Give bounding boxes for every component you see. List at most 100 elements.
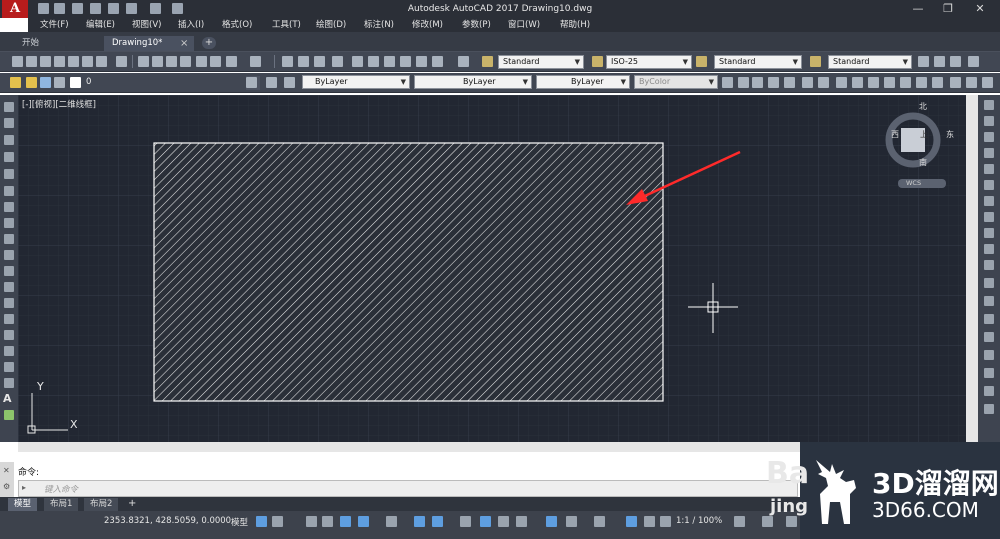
hatched-rectangle[interactable] (153, 142, 664, 402)
menu-tools[interactable]: 工具(T) (272, 18, 301, 32)
gizmo-icon[interactable] (594, 516, 605, 527)
cut-icon[interactable] (138, 56, 149, 67)
viewcube-top-face[interactable]: 上 (920, 129, 928, 140)
zoom-realtime-icon[interactable] (298, 56, 309, 67)
annotation-visibility-icon[interactable] (626, 516, 637, 527)
selection-filter-icon[interactable] (566, 516, 577, 527)
region-icon[interactable] (4, 362, 14, 372)
dim-continue-icon[interactable] (884, 77, 895, 88)
rectangle-icon[interactable] (4, 169, 14, 179)
3dprint-icon[interactable] (116, 56, 127, 67)
dim-ordinate-icon[interactable] (768, 77, 779, 88)
auto-scale-icon[interactable] (644, 516, 655, 527)
paste-special-icon[interactable] (180, 56, 191, 67)
array-icon[interactable] (984, 164, 994, 174)
line-icon[interactable] (4, 102, 14, 112)
viewcube-west[interactable]: 西 (891, 129, 899, 140)
insert-block-icon[interactable] (4, 282, 14, 292)
layer-color-icon[interactable] (54, 77, 65, 88)
customize-command-icon[interactable]: ⚙ (3, 482, 10, 491)
polar-tracking-icon[interactable] (358, 516, 369, 527)
make-block-icon[interactable] (4, 298, 14, 308)
quickcalc-icon[interactable] (432, 56, 443, 67)
viewcube-south[interactable]: 南 (919, 157, 927, 168)
tab-start[interactable]: 开始 (14, 36, 102, 51)
mleader-style-select[interactable]: Standard ▼ (828, 55, 912, 69)
tool-palettes-icon[interactable] (384, 56, 395, 67)
mirror-icon[interactable] (984, 132, 994, 142)
make-current-layer-icon[interactable] (246, 77, 257, 88)
tab-layout2[interactable]: 布局2 (84, 498, 119, 511)
close-command-icon[interactable]: ✕ (3, 466, 10, 475)
dim-angular-icon[interactable] (836, 77, 847, 88)
dim-break-icon[interactable] (916, 77, 927, 88)
workspace-2-icon[interactable] (934, 56, 945, 67)
construction-line-icon[interactable] (4, 118, 14, 128)
polyline-icon[interactable] (4, 135, 14, 145)
viewport-controls-label[interactable]: [-][俯视][二维线框] (22, 98, 96, 110)
qdim-icon[interactable] (852, 77, 863, 88)
new-tab-button[interactable]: + (202, 37, 216, 49)
dim-radius-icon[interactable] (784, 77, 795, 88)
paste-icon[interactable] (166, 56, 177, 67)
arc-icon[interactable] (4, 186, 14, 196)
modify-more-icon[interactable] (984, 404, 994, 414)
plot-icon[interactable] (68, 56, 79, 67)
ellipse-icon[interactable] (4, 250, 14, 260)
stretch-icon[interactable] (984, 228, 994, 238)
break-at-point-icon[interactable] (984, 278, 994, 288)
properties-icon[interactable] (352, 56, 363, 67)
vertical-scrollbar[interactable] (966, 95, 978, 442)
sheet-set-icon[interactable] (400, 56, 411, 67)
ellipse-arc-icon[interactable] (4, 266, 14, 276)
coordinate-readout[interactable]: 2353.8321, 428.5059, 0.0000 (104, 516, 231, 526)
erase-icon[interactable] (984, 100, 994, 110)
text-style-select[interactable]: Standard ▼ (498, 55, 584, 69)
transparency-icon[interactable] (480, 516, 491, 527)
tab-layout1[interactable]: 布局1 (44, 498, 79, 511)
add-layout-button[interactable]: + (128, 498, 136, 509)
save-toolbar-icon[interactable] (54, 56, 65, 67)
scale-icon[interactable] (984, 212, 994, 222)
table-style-select[interactable]: Standard ▼ (714, 55, 802, 69)
lineweight-select[interactable]: ByLayer ▼ (536, 75, 630, 89)
close-button[interactable]: ✕ (966, 0, 994, 18)
menu-help[interactable]: 帮助(H) (560, 18, 590, 32)
zoom-window-icon[interactable] (314, 56, 325, 67)
qnew-icon[interactable] (26, 56, 37, 67)
wcs-menu[interactable]: WCS (906, 179, 921, 187)
selection-cycling-icon[interactable] (498, 516, 509, 527)
model-space-button[interactable]: 模型 (231, 516, 248, 528)
fillet-icon[interactable] (984, 350, 994, 360)
rotate-icon[interactable] (984, 196, 994, 206)
dim-baseline-icon[interactable] (868, 77, 879, 88)
annotation-scale-icon[interactable] (660, 516, 671, 527)
layer-select[interactable]: 0 (86, 77, 240, 90)
explode-icon[interactable] (984, 386, 994, 396)
preview-icon[interactable] (82, 56, 93, 67)
layer-states-icon[interactable] (284, 77, 295, 88)
add-selected-icon[interactable] (4, 410, 14, 420)
viewcube-north[interactable]: 北 (919, 101, 927, 112)
publish-icon[interactable] (96, 56, 107, 67)
dim-style-select[interactable]: ISO-25 ▼ (606, 55, 692, 69)
block-editor-icon[interactable] (210, 56, 221, 67)
workspace-icon[interactable] (918, 56, 929, 67)
tab-model[interactable]: 模型 (8, 498, 38, 511)
dim-aligned-icon[interactable] (738, 77, 749, 88)
annotation-monitor-icon[interactable] (762, 516, 773, 527)
workspace-4-icon[interactable] (968, 56, 979, 67)
object-snap-tracking-icon[interactable] (414, 516, 425, 527)
inspect-icon[interactable] (966, 77, 977, 88)
polygon-icon[interactable] (4, 152, 14, 162)
extend-icon[interactable] (984, 260, 994, 270)
command-input[interactable] (18, 480, 798, 497)
3d-osnap-icon[interactable] (516, 516, 527, 527)
table-icon[interactable] (4, 378, 14, 388)
grid-toggle-icon[interactable] (256, 516, 267, 527)
chamfer-icon[interactable] (984, 332, 994, 342)
menu-edit[interactable]: 编辑(E) (86, 18, 115, 32)
menu-file[interactable]: 文件(F) (40, 18, 69, 32)
break-icon[interactable] (984, 296, 994, 306)
layer-lock-icon[interactable] (40, 77, 51, 88)
